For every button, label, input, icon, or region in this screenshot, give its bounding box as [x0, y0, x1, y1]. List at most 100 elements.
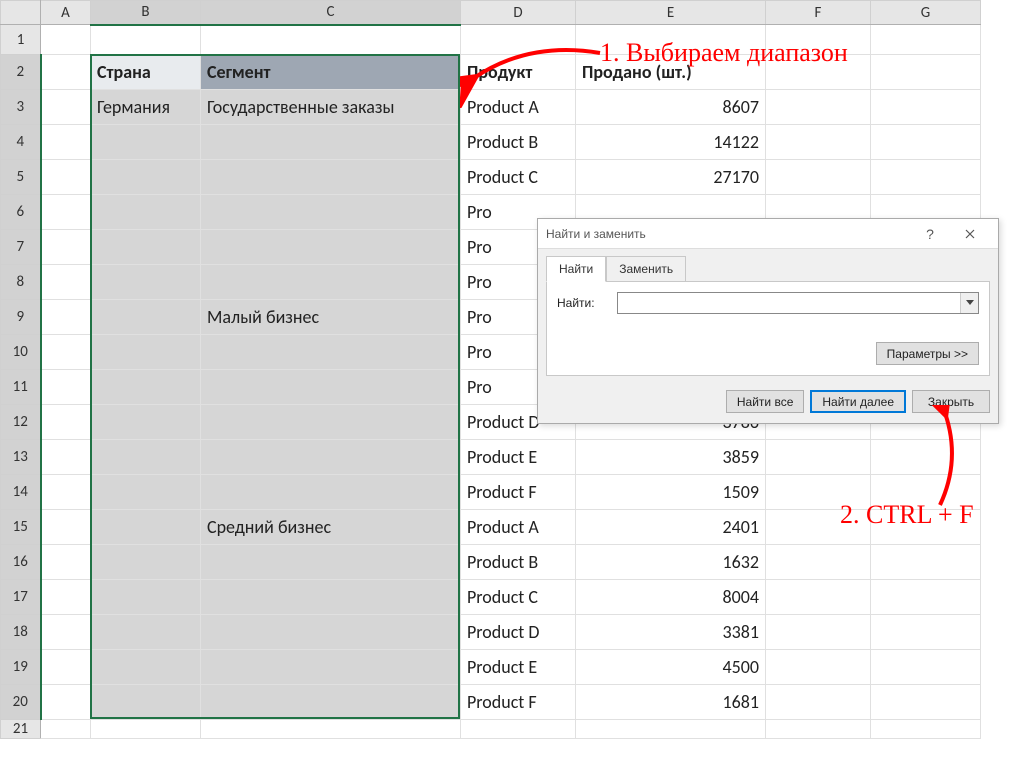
cell-E1[interactable] — [576, 25, 766, 55]
cell-F2[interactable] — [766, 55, 871, 90]
cell-C21[interactable] — [201, 720, 461, 739]
cell-C15[interactable]: Средний бизнес — [201, 510, 461, 545]
find-next-button[interactable]: Найти далее — [810, 390, 906, 413]
cell-F3[interactable] — [766, 90, 871, 125]
row-header-8[interactable]: 8 — [1, 265, 41, 300]
row-header-14[interactable]: 14 — [1, 475, 41, 510]
cell-E19[interactable]: 4500 — [576, 650, 766, 685]
row-header-10[interactable]: 10 — [1, 335, 41, 370]
cell-A11[interactable] — [41, 370, 91, 405]
cell-C20[interactable] — [201, 685, 461, 720]
chevron-down-icon[interactable] — [960, 293, 978, 313]
cell-F13[interactable] — [766, 440, 871, 475]
cell-G2[interactable] — [871, 55, 981, 90]
cell-C13[interactable] — [201, 440, 461, 475]
cell-D15[interactable]: Product A — [461, 510, 576, 545]
cell-D13[interactable]: Product E — [461, 440, 576, 475]
cell-B10[interactable] — [91, 335, 201, 370]
cell-F4[interactable] — [766, 125, 871, 160]
parameters-button[interactable]: Параметры >> — [876, 342, 979, 365]
row-header-18[interactable]: 18 — [1, 615, 41, 650]
cell-F19[interactable] — [766, 650, 871, 685]
cell-G13[interactable] — [871, 440, 981, 475]
cell-B2[interactable]: Страна — [91, 55, 201, 90]
cell-F14[interactable] — [766, 475, 871, 510]
find-all-button[interactable]: Найти все — [726, 390, 805, 413]
cell-C5[interactable] — [201, 160, 461, 195]
cell-E17[interactable]: 8004 — [576, 580, 766, 615]
cell-C10[interactable] — [201, 335, 461, 370]
cell-F17[interactable] — [766, 580, 871, 615]
cell-B16[interactable] — [91, 545, 201, 580]
row-header-17[interactable]: 17 — [1, 580, 41, 615]
cell-C17[interactable] — [201, 580, 461, 615]
cell-A3[interactable] — [41, 90, 91, 125]
cell-G3[interactable] — [871, 90, 981, 125]
cell-D21[interactable] — [461, 720, 576, 739]
cell-B12[interactable] — [91, 405, 201, 440]
cell-B13[interactable] — [91, 440, 201, 475]
cell-B3[interactable]: Германия — [91, 90, 201, 125]
cell-D19[interactable]: Product E — [461, 650, 576, 685]
cell-B6[interactable] — [91, 195, 201, 230]
row-header-7[interactable]: 7 — [1, 230, 41, 265]
cell-C8[interactable] — [201, 265, 461, 300]
cell-A7[interactable] — [41, 230, 91, 265]
cell-B7[interactable] — [91, 230, 201, 265]
cell-C12[interactable] — [201, 405, 461, 440]
cell-F18[interactable] — [766, 615, 871, 650]
cell-C3[interactable]: Государственные заказы — [201, 90, 461, 125]
row-header-20[interactable]: 20 — [1, 685, 41, 720]
col-header-E[interactable]: E — [576, 1, 766, 25]
row-header-4[interactable]: 4 — [1, 125, 41, 160]
cell-E15[interactable]: 2401 — [576, 510, 766, 545]
cell-F5[interactable] — [766, 160, 871, 195]
cell-G18[interactable] — [871, 615, 981, 650]
cell-D17[interactable]: Product C — [461, 580, 576, 615]
cell-C4[interactable] — [201, 125, 461, 160]
cell-A18[interactable] — [41, 615, 91, 650]
row-header-15[interactable]: 15 — [1, 510, 41, 545]
cell-C18[interactable] — [201, 615, 461, 650]
cell-D1[interactable] — [461, 25, 576, 55]
cell-B5[interactable] — [91, 160, 201, 195]
cell-D18[interactable]: Product D — [461, 615, 576, 650]
dialog-titlebar[interactable]: Найти и заменить ? — [538, 219, 998, 249]
cell-D20[interactable]: Product F — [461, 685, 576, 720]
cell-G17[interactable] — [871, 580, 981, 615]
cell-B19[interactable] — [91, 650, 201, 685]
select-all-corner[interactable] — [1, 1, 41, 25]
cell-A9[interactable] — [41, 300, 91, 335]
col-header-B[interactable]: B — [91, 1, 201, 25]
cell-C19[interactable] — [201, 650, 461, 685]
cell-F16[interactable] — [766, 545, 871, 580]
cell-A16[interactable] — [41, 545, 91, 580]
cell-A10[interactable] — [41, 335, 91, 370]
cell-A8[interactable] — [41, 265, 91, 300]
cell-D16[interactable]: Product B — [461, 545, 576, 580]
cell-C11[interactable] — [201, 370, 461, 405]
cell-B1[interactable] — [91, 25, 201, 55]
close-button[interactable]: Закрыть — [912, 390, 990, 413]
col-header-C[interactable]: C — [201, 1, 461, 25]
cell-E18[interactable]: 3381 — [576, 615, 766, 650]
cell-E14[interactable]: 1509 — [576, 475, 766, 510]
cell-F20[interactable] — [766, 685, 871, 720]
col-header-D[interactable]: D — [461, 1, 576, 25]
help-button[interactable]: ? — [910, 220, 950, 248]
cell-B20[interactable] — [91, 685, 201, 720]
cell-B4[interactable] — [91, 125, 201, 160]
cell-A2[interactable] — [41, 55, 91, 90]
cell-G14[interactable] — [871, 475, 981, 510]
row-header-12[interactable]: 12 — [1, 405, 41, 440]
close-icon[interactable] — [950, 220, 990, 248]
row-header-1[interactable]: 1 — [1, 25, 41, 55]
cell-B18[interactable] — [91, 615, 201, 650]
cell-D4[interactable]: Product B — [461, 125, 576, 160]
cell-A17[interactable] — [41, 580, 91, 615]
cell-B21[interactable] — [91, 720, 201, 739]
cell-B11[interactable] — [91, 370, 201, 405]
cell-B15[interactable] — [91, 510, 201, 545]
row-header-9[interactable]: 9 — [1, 300, 41, 335]
cell-G20[interactable] — [871, 685, 981, 720]
